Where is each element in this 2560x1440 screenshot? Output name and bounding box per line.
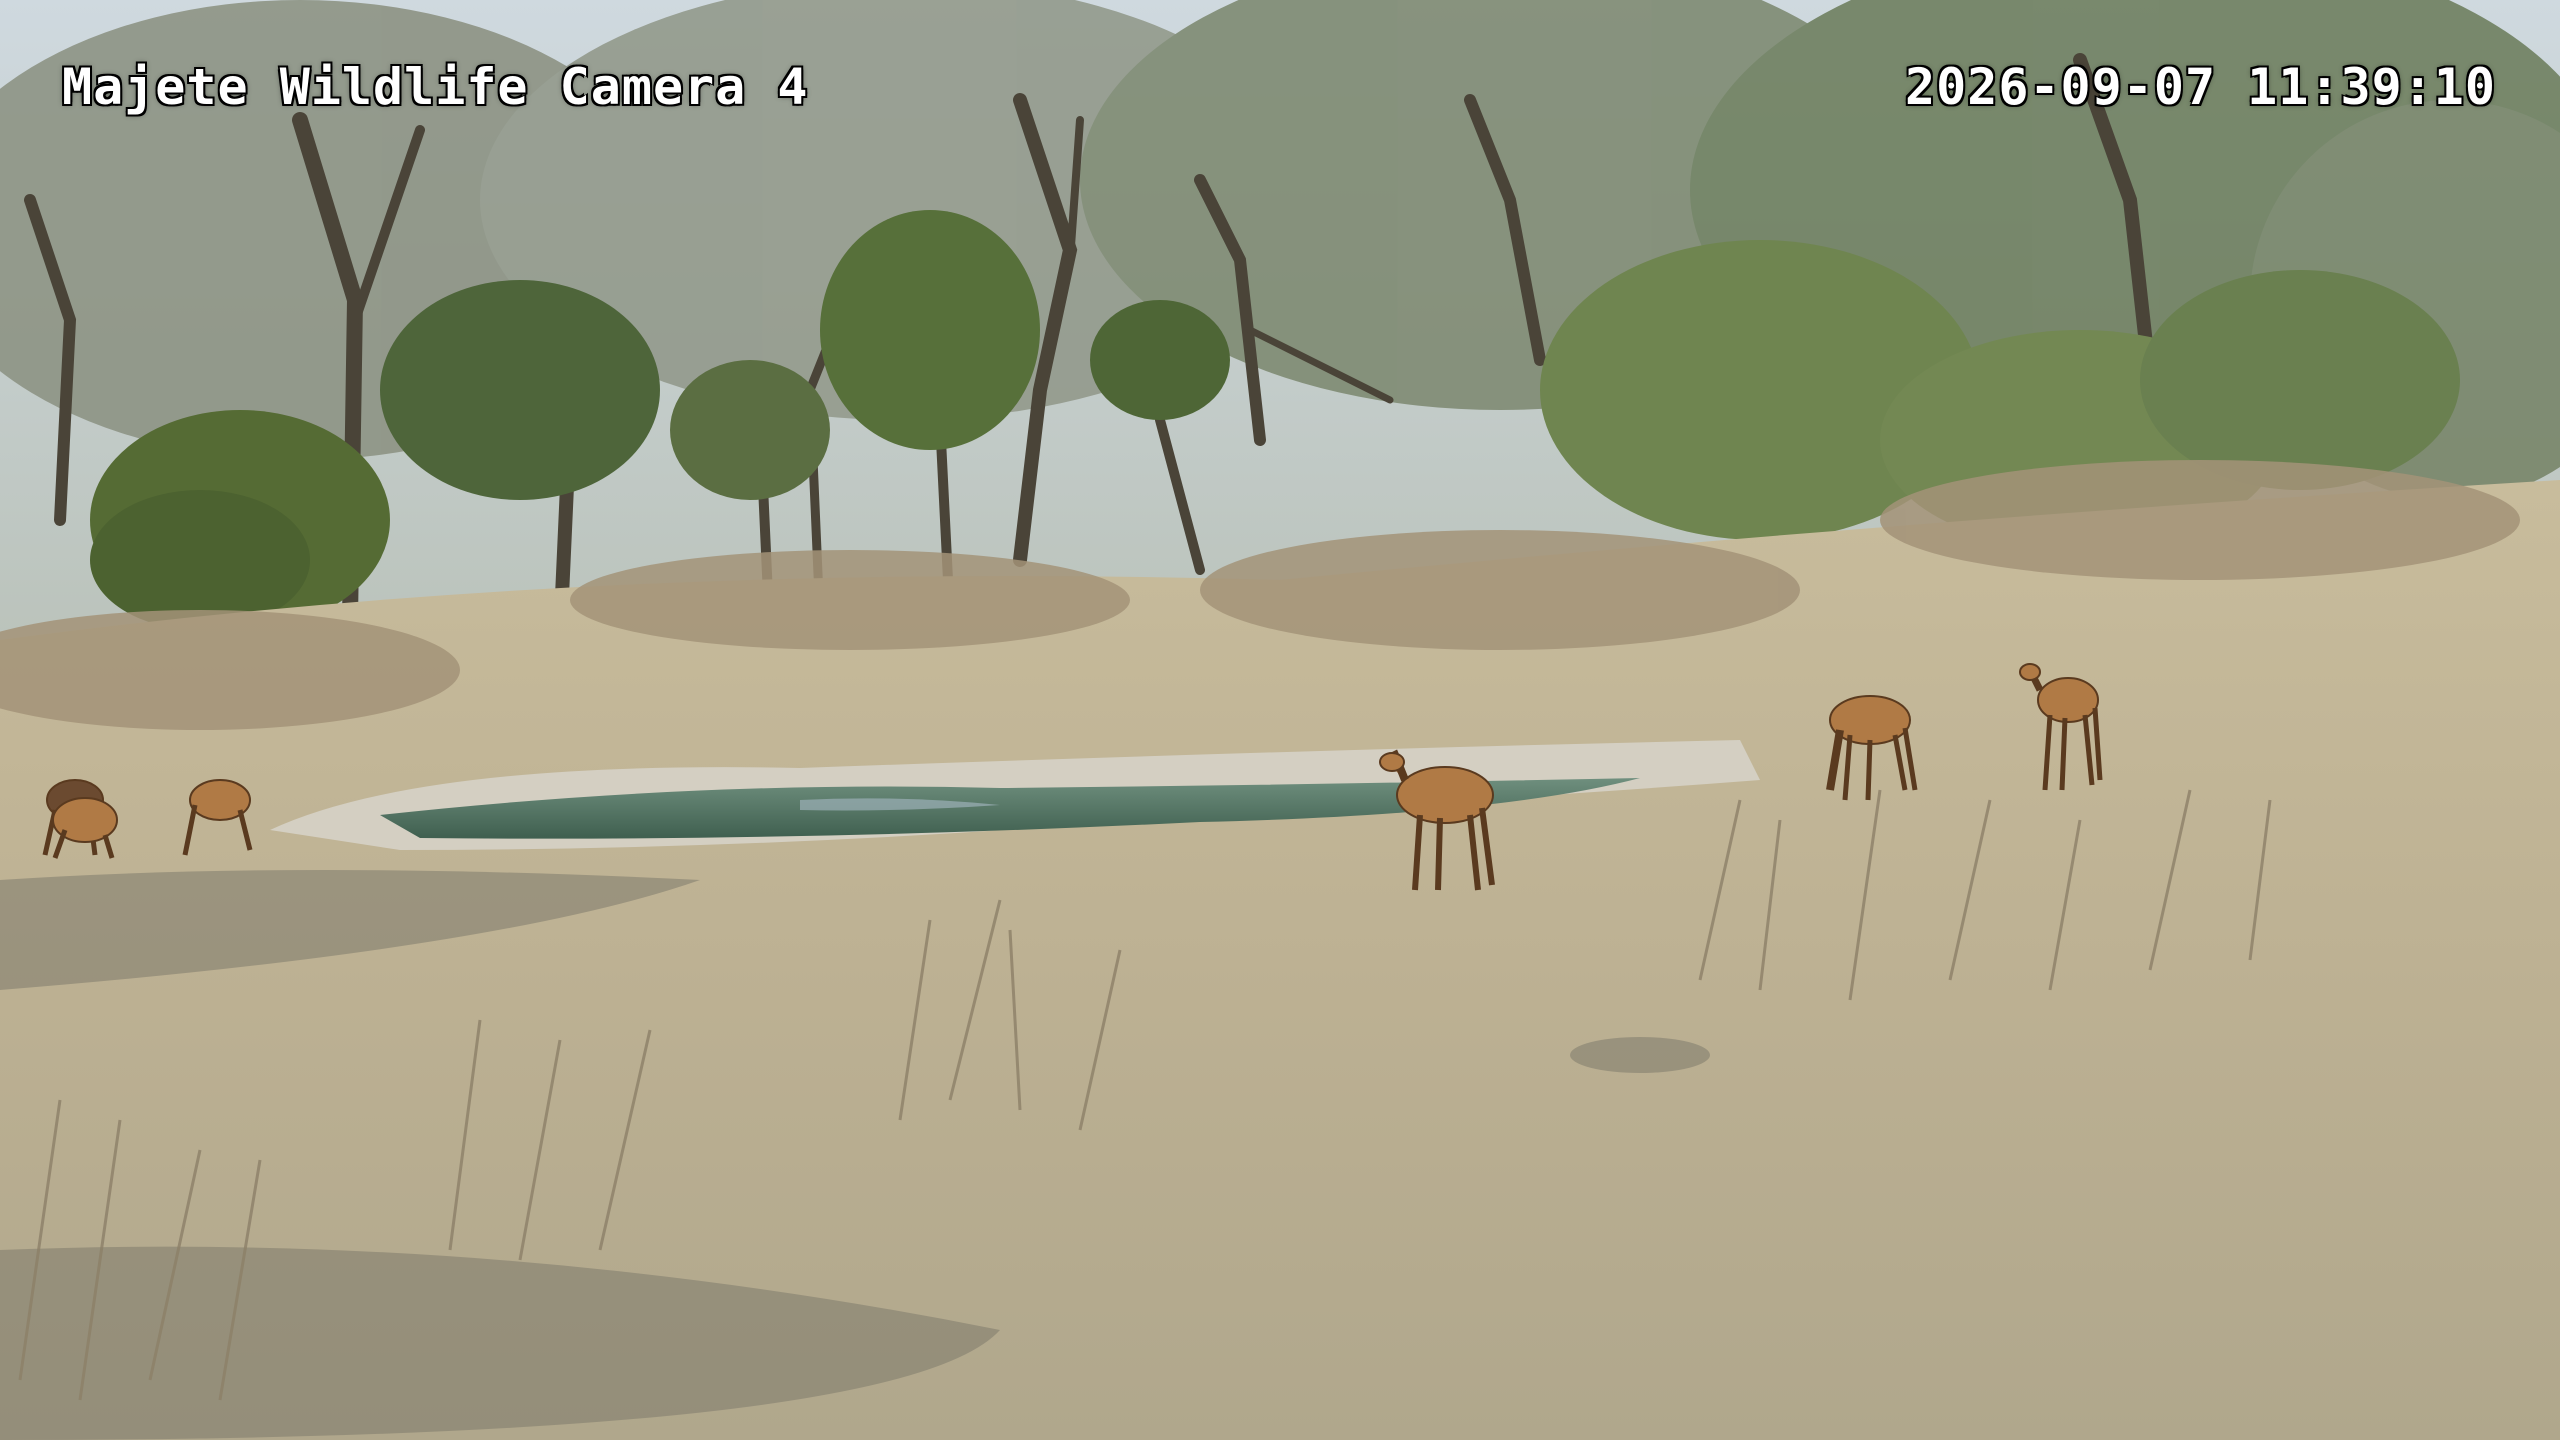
camera-feed-frame: Majete Wildlife Camera 4 2026-09-07 11:3…: [0, 0, 2560, 1440]
camera-title-overlay: Majete Wildlife Camera 4: [62, 58, 809, 116]
timestamp-overlay: 2026-09-07 11:39:10: [1905, 58, 2496, 116]
wildlife-camera-scene: [0, 0, 2560, 1440]
